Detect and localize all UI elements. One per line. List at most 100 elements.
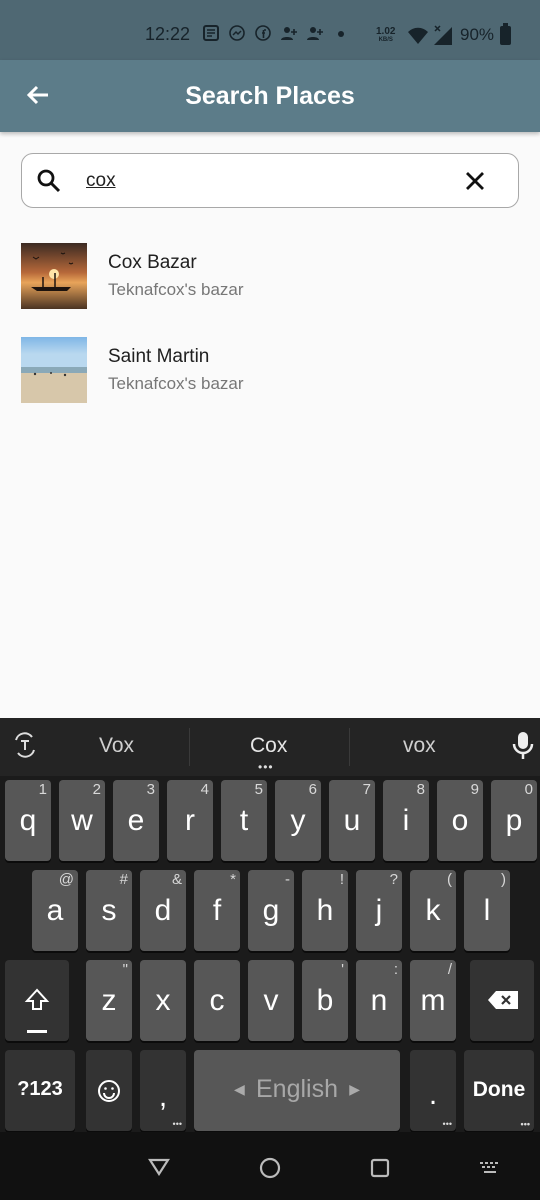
key-p[interactable]: 0p bbox=[491, 780, 537, 861]
dot-icon bbox=[332, 25, 350, 43]
key-more-indicator: ••• bbox=[442, 1119, 452, 1129]
status-bar: 12:22 1.02 KB/S 90% bbox=[0, 0, 540, 60]
key-m[interactable]: / m bbox=[410, 960, 456, 1041]
key-y[interactable]: 6y bbox=[275, 780, 321, 861]
facebook-icon bbox=[254, 25, 272, 43]
close-icon bbox=[466, 172, 484, 190]
key-label: e bbox=[127, 804, 145, 837]
person-add-icon bbox=[306, 25, 324, 43]
nav-recents-button[interactable] bbox=[370, 1158, 390, 1183]
key-hint: & bbox=[171, 871, 182, 888]
key-hint: ! bbox=[339, 871, 344, 888]
shift-key[interactable] bbox=[5, 960, 69, 1041]
place-subtitle: Teknafcox's bazar bbox=[108, 374, 244, 393]
status-time: 12:22 bbox=[145, 24, 191, 44]
spacebar[interactable]: ◀ English ▶ bbox=[194, 1050, 400, 1131]
key-c[interactable]: c bbox=[194, 960, 240, 1041]
key-w[interactable]: 2w bbox=[59, 780, 105, 861]
key-more-indicator: ••• bbox=[520, 1119, 530, 1129]
key-d[interactable]: & d bbox=[140, 870, 186, 951]
key-hint: : bbox=[393, 961, 398, 978]
key-hint: * bbox=[230, 871, 236, 888]
suggestion-left[interactable]: Vox bbox=[99, 734, 134, 758]
clear-search-button[interactable] bbox=[462, 168, 488, 194]
backspace-key[interactable] bbox=[470, 960, 534, 1041]
suggestion-right[interactable]: vox bbox=[403, 734, 436, 758]
key-more-indicator: ••• bbox=[172, 1119, 182, 1129]
keyboard-icon bbox=[480, 1162, 498, 1173]
notification-icons bbox=[202, 25, 350, 43]
place-title: Saint Martin bbox=[108, 346, 210, 367]
key-l[interactable]: ) l bbox=[464, 870, 510, 951]
nav-home-button[interactable] bbox=[259, 1157, 281, 1184]
key-hint: 1 bbox=[38, 781, 47, 798]
circle-icon bbox=[259, 1157, 281, 1179]
key-label: y bbox=[290, 804, 306, 837]
key-hint: 9 bbox=[470, 781, 479, 798]
key-u[interactable]: 7u bbox=[329, 780, 375, 861]
key-hint: - bbox=[285, 871, 290, 888]
key-hint: 7 bbox=[362, 781, 371, 798]
key-v[interactable]: v bbox=[248, 960, 294, 1041]
key-h[interactable]: ! h bbox=[302, 870, 348, 951]
place-title: Cox Bazar bbox=[108, 252, 197, 273]
key-x[interactable]: x bbox=[140, 960, 186, 1041]
key-z[interactable]: " z bbox=[86, 960, 132, 1041]
speed-unit: KB/S bbox=[378, 37, 393, 43]
key-label: n bbox=[370, 984, 388, 1017]
key-label: k bbox=[425, 894, 441, 927]
key-s[interactable]: # s bbox=[86, 870, 132, 951]
key-f[interactable]: * f bbox=[194, 870, 240, 951]
key-label: q bbox=[19, 804, 37, 837]
messenger-icon bbox=[228, 25, 246, 43]
key-g[interactable]: -g bbox=[248, 870, 294, 951]
comma-key[interactable]: , ••• bbox=[140, 1050, 186, 1131]
key-b[interactable]: ' b bbox=[302, 960, 348, 1041]
key-e[interactable]: 3e bbox=[113, 780, 159, 861]
key-r[interactable]: 4r bbox=[167, 780, 213, 861]
key-hint: 8 bbox=[416, 781, 425, 798]
microphone-icon[interactable] bbox=[512, 730, 534, 767]
key-o[interactable]: 9o bbox=[437, 780, 483, 861]
keyboard-switch-button[interactable] bbox=[479, 1161, 501, 1180]
key-label: , bbox=[158, 1080, 168, 1113]
result-item[interactable]: Cox Bazar Teknafcox's bazar bbox=[21, 243, 521, 309]
suggestion-divider bbox=[189, 728, 190, 766]
key-hint: 0 bbox=[524, 781, 533, 798]
key-label: b bbox=[316, 984, 334, 1017]
key-t[interactable]: 5t bbox=[221, 780, 267, 861]
key-n[interactable]: :n bbox=[356, 960, 402, 1041]
search-input[interactable]: cox bbox=[86, 170, 116, 192]
key-q[interactable]: 1q bbox=[5, 780, 51, 861]
shift-indicator bbox=[27, 1030, 47, 1033]
navigation-bar bbox=[0, 1132, 540, 1200]
done-key[interactable]: Done ••• bbox=[464, 1050, 534, 1131]
key-j[interactable]: ? j bbox=[356, 870, 402, 951]
key-hint: @ bbox=[58, 871, 74, 888]
result-item[interactable]: Saint Martin Teknafcox's bazar bbox=[21, 337, 521, 403]
key-hint: ) bbox=[501, 871, 506, 888]
translate-icon[interactable] bbox=[12, 732, 38, 763]
key-a[interactable]: @ a bbox=[32, 870, 78, 951]
emoji-key[interactable] bbox=[86, 1050, 132, 1131]
period-key[interactable]: . ••• bbox=[410, 1050, 456, 1131]
emoji-icon bbox=[98, 1080, 120, 1102]
app-bar: Search Places bbox=[0, 60, 540, 132]
symbols-key[interactable]: ?123 bbox=[5, 1050, 75, 1131]
key-label: g bbox=[262, 894, 280, 927]
suggestion-center[interactable]: Cox bbox=[250, 734, 287, 758]
nav-back-button[interactable] bbox=[147, 1158, 171, 1181]
search-field[interactable]: cox bbox=[21, 153, 519, 208]
key-label: a bbox=[46, 894, 64, 927]
page-title: Search Places bbox=[185, 82, 355, 110]
key-hint: " bbox=[122, 961, 128, 978]
key-label: Done bbox=[472, 1078, 526, 1101]
key-label: d bbox=[154, 894, 172, 927]
key-k[interactable]: (k bbox=[410, 870, 456, 951]
key-i[interactable]: 8i bbox=[383, 780, 429, 861]
key-label: u bbox=[343, 804, 361, 837]
signal-icon bbox=[432, 25, 454, 50]
key-hint: 2 bbox=[92, 781, 101, 798]
key-label: m bbox=[420, 984, 446, 1017]
key-label: j bbox=[375, 894, 383, 927]
